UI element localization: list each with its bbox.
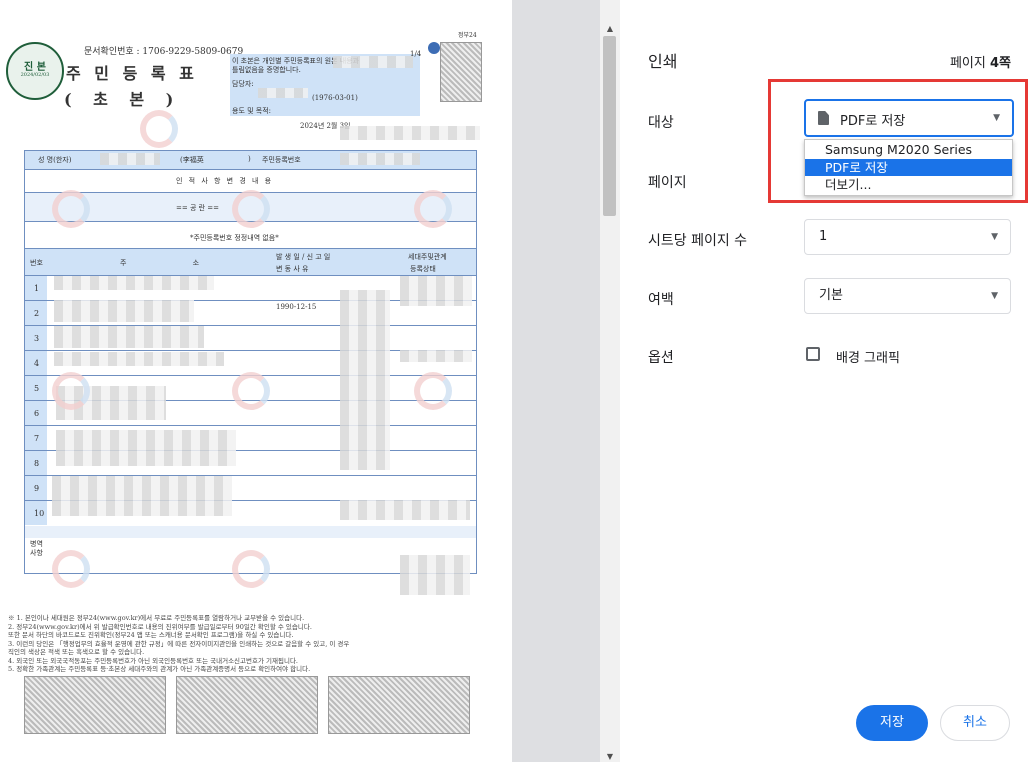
qr-code [440, 42, 482, 102]
redacted-name [100, 153, 160, 165]
pages-per-sheet-label: 시트당 페이지 수 [648, 233, 748, 249]
redacted-rrn [340, 153, 420, 165]
pages-per-sheet-select[interactable]: 1 ▼ [804, 219, 1011, 255]
col-address: 주 소 [120, 259, 200, 267]
name-hanja-close: ) [248, 155, 251, 163]
scroll-up-icon[interactable]: ▲ [604, 24, 616, 34]
table-row-number: 9 [34, 484, 40, 493]
table-row-number: 1 [34, 284, 40, 293]
watermark-emblem [232, 190, 270, 228]
background-graphics-checkbox[interactable] [806, 347, 820, 361]
watermark-emblem [414, 372, 452, 410]
page-count-label: 페이지 [949, 56, 990, 71]
pages-per-sheet-value: 1 [819, 229, 828, 244]
authenticity-seal: 진 본 2024/02/03 [6, 42, 64, 100]
watermark-emblem [414, 190, 452, 228]
redacted-issuer [340, 126, 480, 140]
preview-gutter [512, 0, 600, 762]
redacted-change [340, 290, 390, 470]
page-count-value: 4쪽 [989, 56, 1011, 71]
background-graphics-label[interactable]: 배경 그래픽 [836, 347, 900, 366]
redacted-address [54, 326, 204, 348]
watermark-emblem [232, 372, 270, 410]
handler-label: 담당자: [232, 80, 254, 88]
table-row-number: 4 [34, 359, 40, 368]
col-household-1: 세대주및관계 [408, 253, 447, 261]
watermark-emblem [140, 110, 178, 148]
gov24-logo [428, 42, 440, 54]
page-count: 페이지 4쪽 [950, 52, 1011, 71]
redacted-handler [258, 88, 308, 98]
options-label: 옵션 [648, 350, 674, 366]
annotation-highlight-box [768, 79, 1028, 203]
table-row-number: 7 [34, 434, 40, 443]
seal-text: 진 본 [24, 62, 46, 73]
document-title: 주 민 등 록 표 [66, 64, 198, 83]
birth-date: (1976-03-01) [312, 94, 358, 102]
pages-label: 페이지 [648, 175, 687, 191]
margins-value: 기본 [819, 288, 843, 303]
print-preview: 진 본 2024/02/03 문서확인번호 : 1706-9229-5809-0… [0, 0, 512, 762]
row2-date: 1990-12-15 [276, 303, 317, 311]
watermark-emblem [52, 550, 90, 588]
watermark-emblem [52, 372, 90, 410]
document-subtitle: ( 초 본 ) [64, 90, 182, 109]
barcode [24, 676, 166, 734]
personal-change-title: 인 적 사 항 변 경 내 용 [176, 177, 274, 185]
destination-label: 대상 [648, 115, 674, 131]
redacted-extra [400, 555, 470, 595]
col-number: 번호 [30, 259, 43, 267]
redacted-household [340, 500, 470, 520]
scroll-thumb[interactable] [603, 36, 616, 216]
chevron-down-icon: ▼ [991, 291, 998, 301]
margins-label: 여백 [648, 292, 674, 308]
margins-select[interactable]: 기본 ▼ [804, 278, 1011, 314]
col-household-2: 등록상태 [410, 265, 436, 273]
military-label: 병역사항 [30, 540, 43, 557]
cancel-button[interactable]: 취소 [940, 705, 1010, 741]
redacted-address [52, 476, 232, 516]
chevron-down-icon: ▼ [991, 232, 998, 242]
print-title: 인쇄 [648, 52, 678, 71]
redacted-address [56, 430, 236, 466]
gov24-label: 정부24 [458, 32, 477, 39]
rrn-label: 주민등록번호 [262, 156, 301, 164]
save-button[interactable]: 저장 [856, 705, 928, 741]
table-row-number: 8 [34, 459, 40, 468]
table-row-number: 6 [34, 409, 40, 418]
table-row-divider [24, 425, 477, 426]
name-label: 성 명(한자) [38, 156, 72, 164]
watermark-emblem [232, 550, 270, 588]
table-row-number: 3 [34, 334, 40, 343]
watermark-emblem [52, 190, 90, 228]
save-button-label: 저장 [880, 715, 904, 730]
cancel-button-label: 취소 [963, 715, 987, 730]
barcode [328, 676, 470, 734]
military-band [25, 526, 476, 538]
redacted-address [54, 276, 214, 290]
redacted-household [400, 276, 472, 306]
scroll-down-icon[interactable]: ▼ [604, 752, 616, 762]
table-row-number: 5 [34, 384, 40, 393]
col-date-2: 변 동 사 유 [276, 265, 309, 273]
name-hanja: (李福英 [180, 156, 204, 164]
rrn-change-note: *주민등록번호 정정내역 없음* [190, 234, 279, 242]
purpose-label: 용도 및 목적: [232, 107, 272, 115]
redacted-household [400, 350, 472, 362]
table-row-number: 2 [34, 309, 40, 318]
print-settings-panel: 인쇄 페이지 4쪽 대상 PDF로 저장 ▼ Samsung M2020 Ser… [620, 0, 1033, 762]
page-fraction: 1/4 [410, 50, 422, 58]
document-number: 문서확인번호 : 1706-9229-5809-0679 [84, 47, 244, 57]
col-date-1: 발 생 일 / 신 고 일 [276, 253, 331, 261]
footnote-line: 5. 정확한 가족관계는 주민등록표 등·초본상 세대주와의 관계가 아닌 가족… [8, 665, 311, 673]
table-divider [24, 169, 477, 170]
certification-text-2: 틀림없음을 증명합니다. [232, 66, 301, 74]
table-row-number: 10 [34, 509, 45, 518]
redacted-address [54, 352, 224, 366]
barcode [176, 676, 318, 734]
redacted-address [54, 300, 194, 322]
redacted-name-top [333, 56, 413, 68]
seal-date: 2024/02/03 [20, 72, 50, 78]
blank-marker: == 공 란 == [176, 204, 220, 212]
